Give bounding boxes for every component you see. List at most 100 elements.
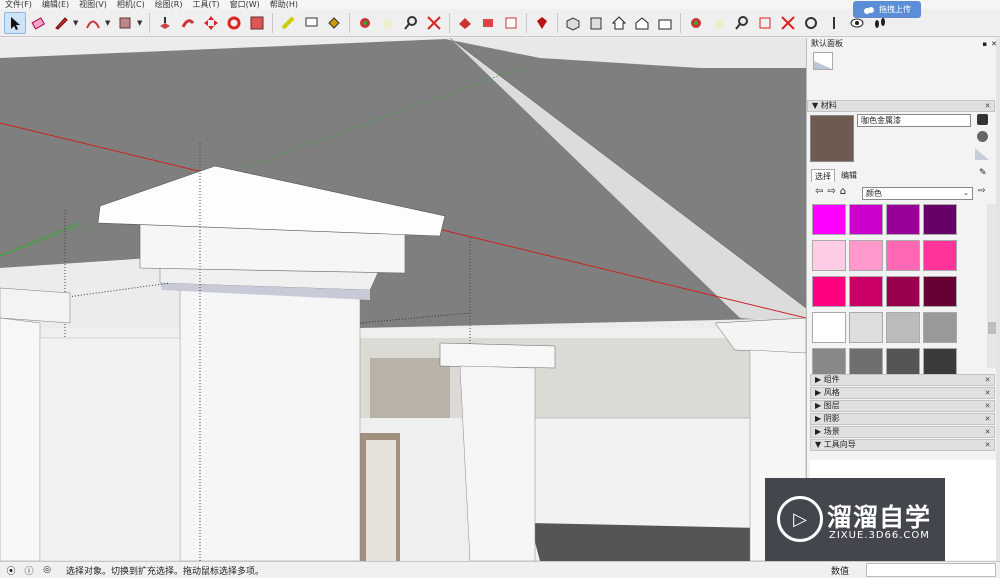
material-swatch[interactable]: [923, 240, 957, 271]
menu-tools[interactable]: 工具(T): [188, 0, 225, 9]
geo-location-icon[interactable]: ⦿: [4, 564, 18, 577]
section-instructor[interactable]: ▼ 工具向导 ✕: [810, 439, 995, 451]
close-icon[interactable]: ✕: [983, 389, 992, 398]
front-view-icon: [590, 17, 602, 29]
menu-draw[interactable]: 绘图(R): [150, 0, 188, 9]
material-swatch[interactable]: [812, 240, 846, 271]
3d-viewport[interactable]: [0, 38, 806, 561]
scale-tool-button[interactable]: [246, 12, 268, 34]
info-icon[interactable]: ⓘ: [22, 564, 36, 577]
move-tool-button[interactable]: [200, 12, 222, 34]
material-swatch[interactable]: [923, 312, 957, 343]
back-arrow-icon[interactable]: ⇦: [815, 186, 823, 197]
rotate-tool-button[interactable]: [223, 12, 245, 34]
section-components[interactable]: ▶ 组件 ✕: [810, 374, 995, 386]
chevron-down-icon[interactable]: ▼: [105, 19, 113, 27]
ruby-console-button[interactable]: [531, 12, 553, 34]
extension-button[interactable]: [477, 12, 499, 34]
material-swatch[interactable]: [812, 204, 846, 235]
material-swatch[interactable]: [849, 312, 883, 343]
material-swatch[interactable]: [886, 240, 920, 271]
tab-edit[interactable]: 编辑: [837, 169, 861, 182]
material-swatch[interactable]: [886, 312, 920, 343]
pan-tool-button-2[interactable]: [708, 12, 730, 34]
material-name-field[interactable]: 咖色金属漆: [857, 114, 971, 127]
rectangle-tool-button[interactable]: [114, 12, 136, 34]
front-view-button[interactable]: [585, 12, 607, 34]
material-swatch[interactable]: [849, 240, 883, 271]
menu-help[interactable]: 帮助(H): [265, 0, 303, 9]
warehouse-button[interactable]: [454, 12, 476, 34]
orbit-tool-button-2[interactable]: [685, 12, 707, 34]
side-view-button[interactable]: [654, 12, 676, 34]
materials-section-header[interactable]: ▼ 材料 ✕: [807, 100, 995, 112]
zoom-tool-button-2[interactable]: [731, 12, 753, 34]
material-swatch[interactable]: [886, 204, 920, 235]
section-scenes[interactable]: ▶ 场景 ✕: [810, 426, 995, 438]
user-icon[interactable]: ◎: [40, 565, 54, 575]
home-icon[interactable]: ⌂: [840, 186, 846, 197]
section-shadows[interactable]: ▶ 阴影 ✕: [810, 413, 995, 425]
zoom-extents-tool-button-2[interactable]: [777, 12, 799, 34]
details-arrow-icon[interactable]: ⇨: [978, 186, 986, 196]
material-swatch[interactable]: [812, 312, 846, 343]
position-camera-button[interactable]: [823, 12, 845, 34]
select-tool-button[interactable]: [4, 11, 26, 34]
measurements-box[interactable]: [866, 563, 996, 577]
menu-edit[interactable]: 编辑(E): [37, 0, 74, 9]
close-icon[interactable]: ✕: [983, 402, 992, 411]
material-swatch[interactable]: [812, 276, 846, 307]
zoom-window-button[interactable]: [754, 12, 776, 34]
material-library-select[interactable]: 颜色 ⌄: [862, 187, 973, 200]
pin-icon[interactable]: ▪: [982, 38, 987, 50]
menu-view[interactable]: 视图(V): [74, 0, 112, 9]
follow-me-tool-button[interactable]: [177, 12, 199, 34]
panel-scrollbar[interactable]: [996, 38, 1000, 561]
forward-arrow-icon[interactable]: ⇨: [827, 186, 835, 197]
eyedropper-icon[interactable]: ✎: [979, 168, 989, 180]
chevron-down-icon[interactable]: ▼: [137, 19, 145, 27]
zoom-icon: [404, 15, 417, 30]
play-logo-icon: ▷: [777, 496, 823, 542]
pan-tool-button[interactable]: [377, 12, 399, 34]
create-material-icon[interactable]: [977, 114, 988, 125]
paint-bucket-tool-button[interactable]: [323, 12, 345, 34]
close-icon[interactable]: ✕: [983, 102, 992, 111]
home-view-button[interactable]: [608, 12, 630, 34]
zoom-tool-button[interactable]: [400, 12, 422, 34]
section-layers[interactable]: ▶ 图层 ✕: [810, 400, 995, 412]
pencil-tool-button[interactable]: [50, 12, 72, 34]
close-icon[interactable]: ✕: [983, 441, 992, 450]
text-tool-button[interactable]: [300, 12, 322, 34]
close-icon[interactable]: ✕: [983, 428, 992, 437]
material-swatch[interactable]: [886, 276, 920, 307]
select-arrow-icon: [11, 16, 20, 30]
menu-window[interactable]: 窗口(W): [225, 0, 265, 9]
tab-select[interactable]: 选择: [811, 169, 835, 182]
layout-button[interactable]: [500, 12, 522, 34]
menu-camera[interactable]: 相机(C): [112, 0, 150, 9]
close-icon[interactable]: ✕: [983, 415, 992, 424]
paint-bucket-icon: [328, 16, 340, 29]
upload-badge[interactable]: 拖拽上传: [853, 1, 921, 18]
material-swatch[interactable]: [923, 276, 957, 307]
iso-view-button[interactable]: [562, 12, 584, 34]
tape-measure-tool-button[interactable]: [277, 12, 299, 34]
scrollbar-thumb[interactable]: [988, 322, 996, 334]
zoom-extents-tool-button[interactable]: [423, 12, 445, 34]
material-swatch[interactable]: [849, 276, 883, 307]
menu-file[interactable]: 文件(F): [0, 0, 37, 9]
chevron-down-icon[interactable]: ▼: [73, 19, 81, 27]
push-pull-tool-button[interactable]: [154, 12, 176, 34]
previous-view-button[interactable]: [800, 12, 822, 34]
material-swatch[interactable]: [849, 204, 883, 235]
material-swatch[interactable]: [923, 204, 957, 235]
section-styles[interactable]: ▶ 风格 ✕: [810, 387, 995, 399]
top-view-button[interactable]: [631, 12, 653, 34]
eraser-tool-button[interactable]: [27, 12, 49, 34]
section-label: 阴影: [823, 414, 840, 423]
orbit-tool-button[interactable]: [354, 12, 376, 34]
arc-tool-button[interactable]: [82, 12, 104, 34]
sample-paint-icon[interactable]: [977, 131, 988, 142]
close-icon[interactable]: ✕: [983, 376, 992, 385]
